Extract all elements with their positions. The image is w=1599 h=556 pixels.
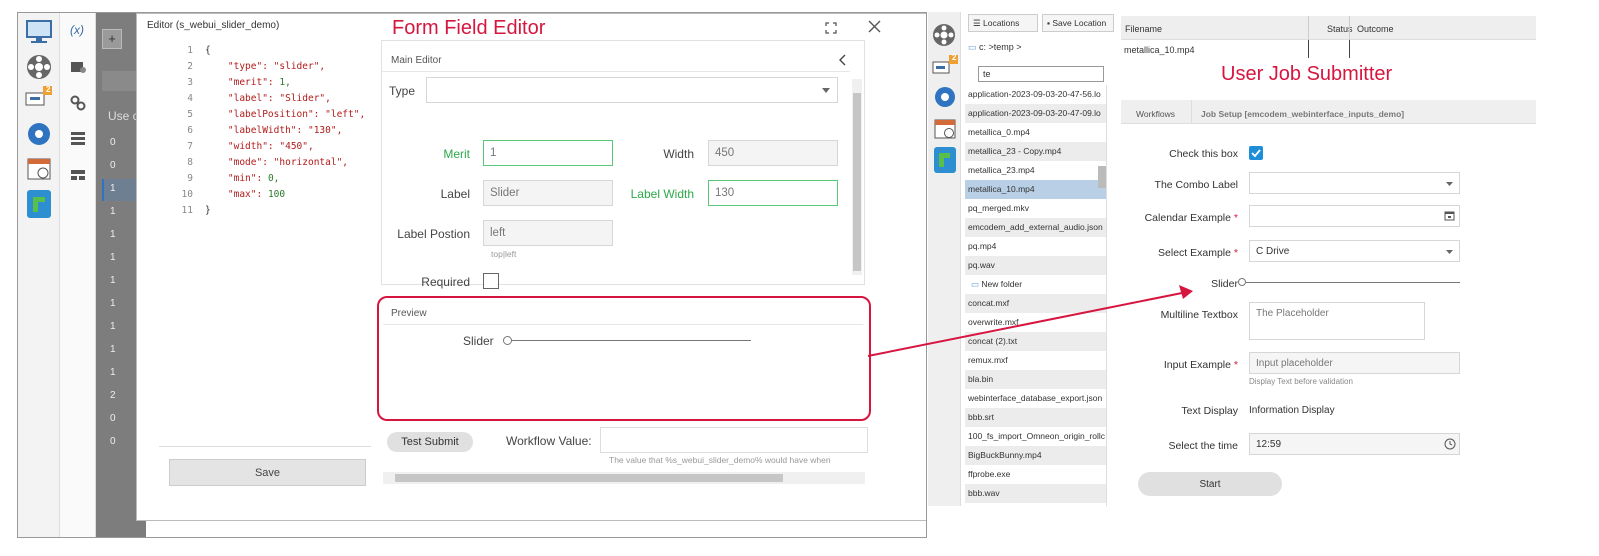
- annotation-arrow: [867, 285, 1193, 357]
